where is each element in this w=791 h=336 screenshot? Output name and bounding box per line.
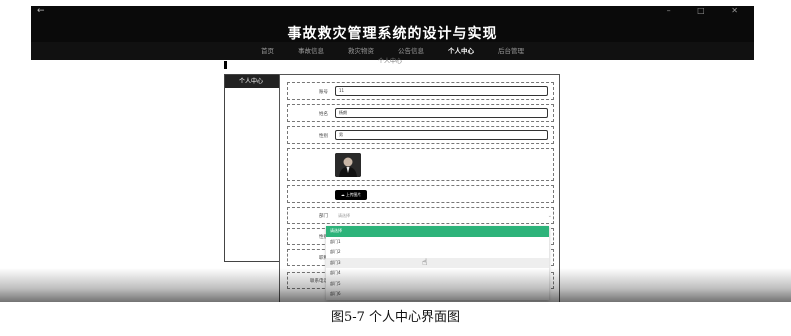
upload-cloud-icon: ☁ — [340, 192, 345, 197]
page: ← – □ ✕ 事故救灾管理系统的设计与实现 首页 事故信息 救灾物资 公告信息… — [0, 0, 791, 336]
person-photo-icon — [335, 153, 361, 177]
department-select[interactable]: 请选择 ⌄ — [335, 211, 558, 221]
dropdown-option[interactable]: 请选择 — [326, 226, 549, 237]
sidebar-item-personal-center[interactable]: 个人中心 — [225, 75, 279, 88]
page-heading: 个人中心 — [378, 58, 403, 65]
name-input[interactable]: 杨朗 — [335, 108, 548, 118]
nav-item-home[interactable]: 首页 — [261, 42, 274, 60]
back-arrow-icon[interactable]: ← — [37, 6, 45, 16]
upload-button-label: 上传图片 — [345, 192, 362, 197]
department-select-value: 请选择 — [338, 213, 350, 218]
gender-label: 性别 — [319, 134, 328, 139]
hand-cursor-icon: ☝ — [422, 258, 428, 268]
row-6-label: 性别 — [319, 235, 328, 240]
account-label: 账号 — [319, 90, 328, 95]
account-input[interactable]: 11 — [335, 86, 548, 96]
nav-item-personal-center[interactable]: 个人中心 — [448, 42, 474, 60]
department-row: 部门 请选择 ⌄ — [287, 207, 554, 224]
department-label: 部门 — [319, 214, 328, 219]
row-7-label: 职称 — [319, 256, 328, 261]
bottom-fade — [0, 268, 791, 302]
upload-image-button[interactable]: ☁ 上传图片 — [335, 190, 367, 200]
gender-row: 性别 男 — [287, 126, 554, 144]
dropdown-option[interactable]: 部门1 — [326, 237, 549, 248]
sidebar: 个人中心 — [224, 74, 280, 262]
avatar — [335, 153, 361, 177]
account-row: 账号 11 — [287, 82, 554, 100]
name-row: 姓名 杨朗 — [287, 104, 554, 122]
nav-item-admin[interactable]: 后台管理 — [498, 42, 524, 60]
upload-row: ☁ 上传图片 — [287, 185, 554, 203]
nav-item-accident-info[interactable]: 事故信息 — [298, 42, 324, 60]
section-marker — [224, 61, 227, 69]
figure-caption: 图5-7 个人中心界面图 — [330, 310, 461, 325]
title-bar: ← – □ ✕ 事故救灾管理系统的设计与实现 — [31, 6, 754, 42]
nav-item-relief-supplies[interactable]: 救灾物资 — [348, 42, 374, 60]
window-controls[interactable]: – □ ✕ — [667, 6, 750, 15]
app-title: 事故救灾管理系统的设计与实现 — [287, 26, 498, 42]
dropdown-option[interactable]: 部门2 — [326, 247, 549, 258]
name-label: 姓名 — [319, 112, 328, 117]
chevron-down-icon: ⌄ — [547, 213, 552, 219]
gender-input[interactable]: 男 — [335, 130, 548, 140]
dropdown-option[interactable]: 部门3 — [326, 257, 549, 268]
avatar-row — [287, 148, 554, 181]
